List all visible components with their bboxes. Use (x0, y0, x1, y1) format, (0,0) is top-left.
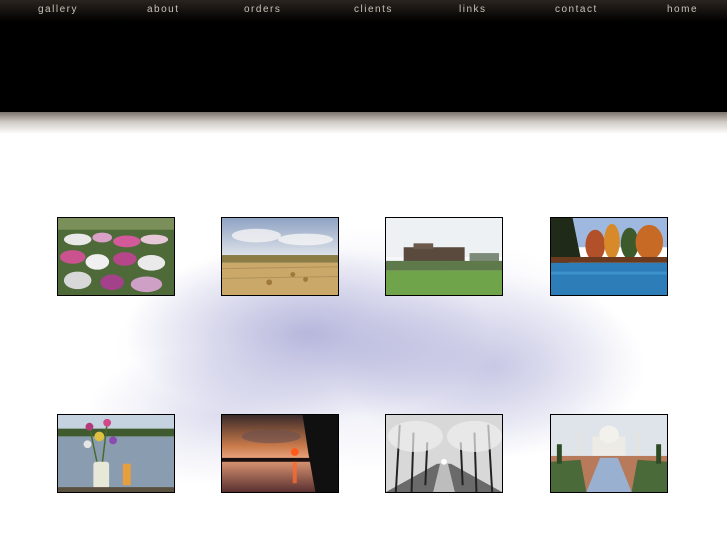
nav-about[interactable]: about (147, 4, 180, 15)
snowy-tree-lane-photo[interactable] (385, 414, 503, 493)
sunset-lake-photo[interactable] (221, 414, 339, 493)
flower-garden-photo[interactable] (57, 217, 175, 296)
nav-clients[interactable]: clients (354, 4, 393, 15)
taj-mahal-photo[interactable] (550, 414, 668, 493)
header-fade (0, 112, 727, 134)
autumn-river-photo[interactable] (550, 217, 668, 296)
nav-gallery[interactable]: gallery (38, 4, 78, 15)
nav-contact[interactable]: contact (555, 4, 598, 15)
flower-vase-lake-photo[interactable] (57, 414, 175, 493)
building-landscape-photo[interactable] (385, 217, 503, 296)
nav-orders[interactable]: orders (244, 4, 281, 15)
nav-home[interactable]: home (667, 4, 698, 15)
header-bar: gallery about orders clients links conta… (0, 0, 727, 112)
hay-field-photo[interactable] (221, 217, 339, 296)
nav-links[interactable]: links (459, 4, 487, 15)
